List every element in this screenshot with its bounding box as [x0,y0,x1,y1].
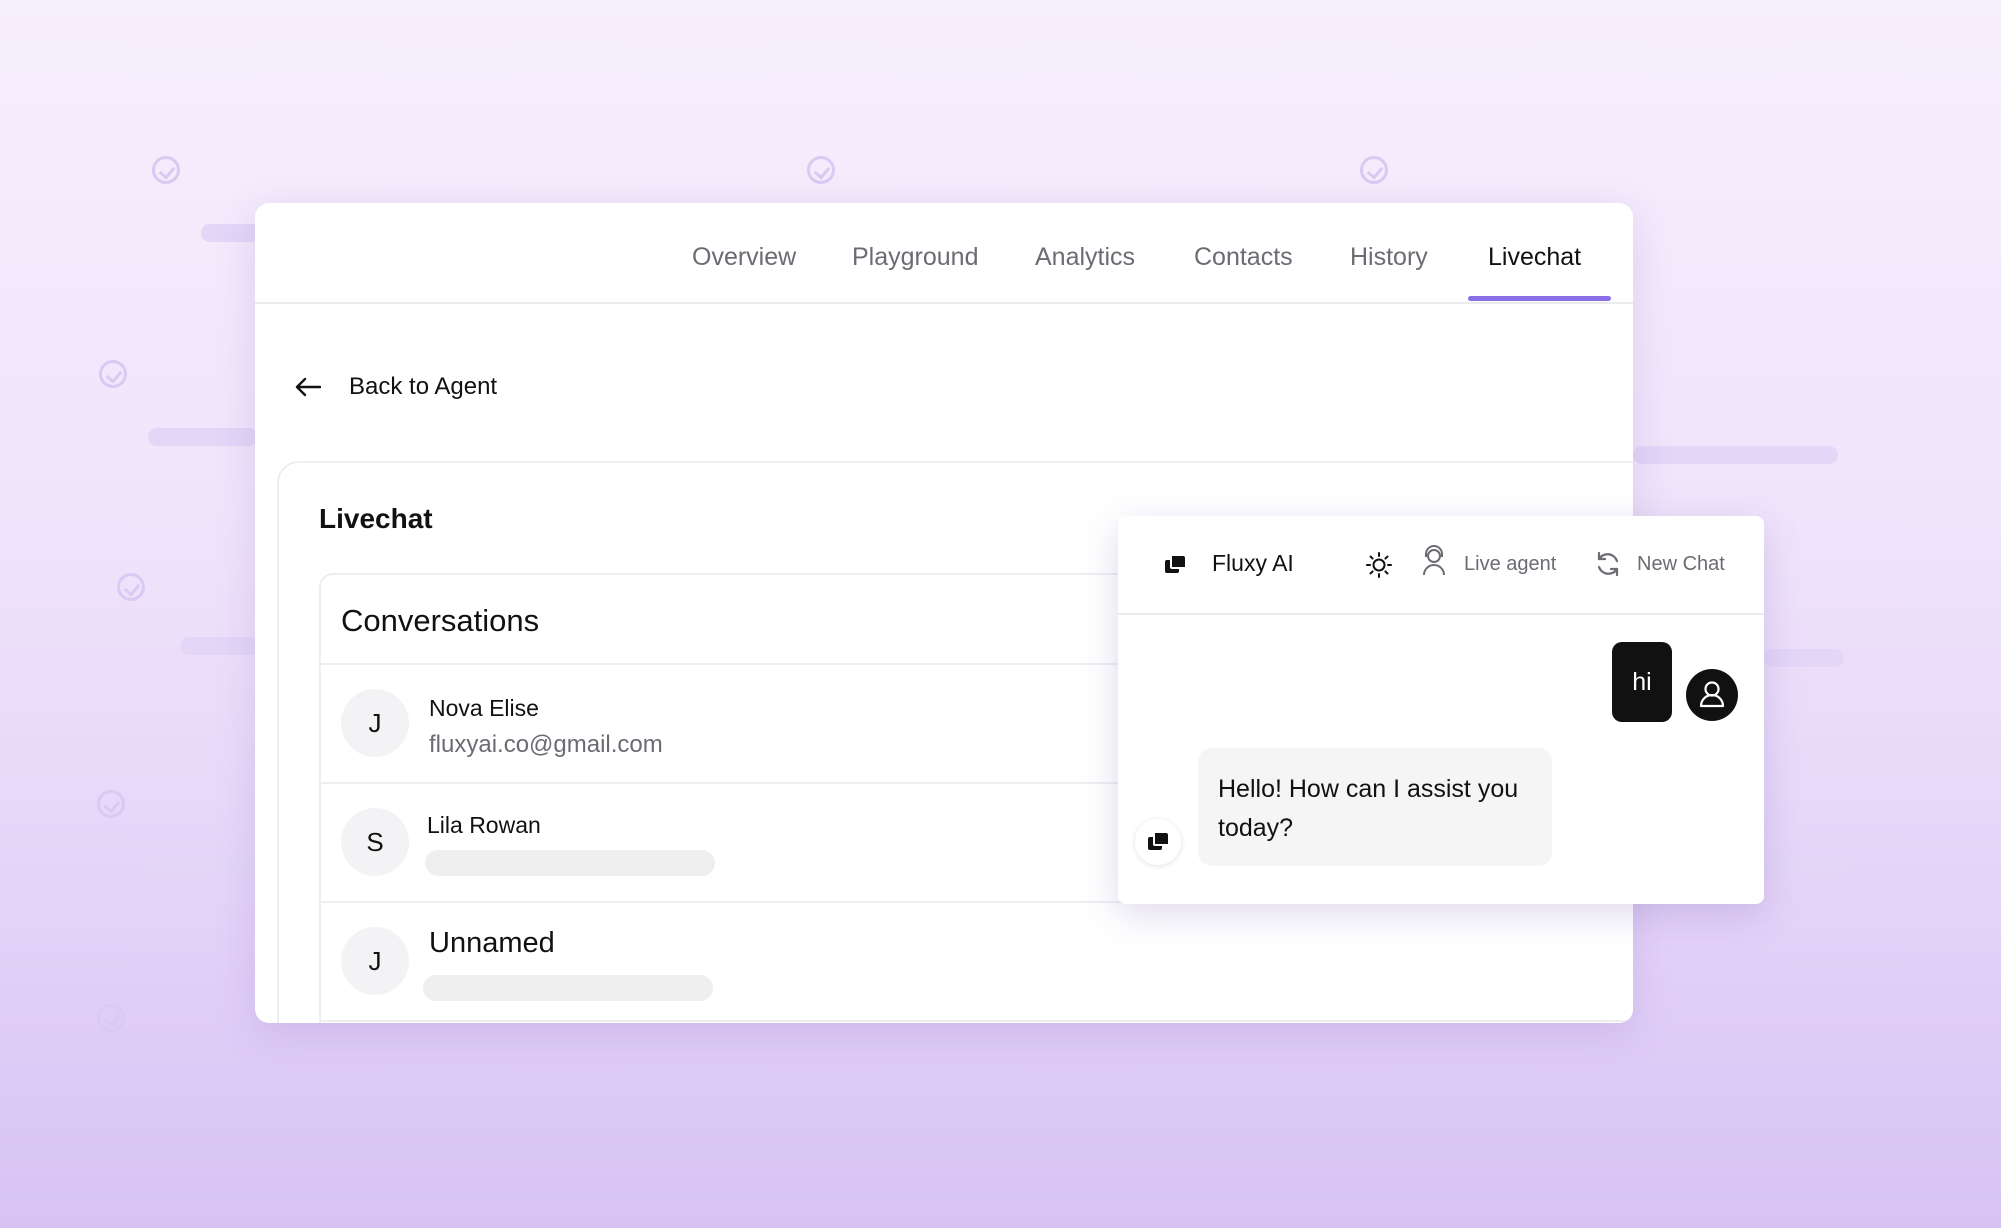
avatar: J [341,689,409,757]
background-check-icon [152,156,180,184]
background-check-icon [97,790,125,818]
tab-contacts[interactable]: Contacts [1194,243,1293,272]
tab-livechat[interactable]: Livechat [1488,243,1581,272]
loading-placeholder [425,850,715,876]
refresh-icon[interactable] [1594,550,1622,578]
background-bar [1633,446,1838,464]
top-navigation: Overview Playground Analytics Contacts H… [255,203,1633,304]
live-agent-button[interactable]: Live agent [1464,553,1556,576]
conversations-title: Conversations [341,603,540,638]
back-to-agent-link[interactable]: Back to Agent [295,373,497,401]
avatar: J [341,927,409,995]
user-avatar-icon [1686,669,1738,721]
bot-avatar [1135,819,1181,865]
conversation-name: Unnamed [429,927,555,959]
background-bar [148,428,258,446]
chat-title: Fluxy AI [1212,550,1294,576]
background-bar [1764,649,1844,667]
sun-icon[interactable] [1365,551,1393,579]
background-check-icon [97,1004,125,1032]
background-bar [1764,857,1846,875]
background-check-icon [99,360,127,388]
livechat-title: Livechat [319,503,433,534]
tab-playground[interactable]: Playground [852,243,978,272]
tab-history[interactable]: History [1350,243,1428,272]
tab-analytics[interactable]: Analytics [1035,243,1135,272]
background-bar [180,637,258,655]
fluxy-logo-icon [1165,556,1185,574]
background-bar [145,857,258,875]
background-check-icon [807,156,835,184]
back-to-agent-label: Back to Agent [349,373,498,400]
headset-agent-icon[interactable] [1421,545,1447,577]
new-chat-button[interactable]: New Chat [1637,553,1725,576]
fluxy-logo-icon [1148,833,1168,851]
conversation-name: Nova Elise [429,695,539,721]
conversation-row[interactable]: J Unnamed [321,903,1633,1022]
tab-overview[interactable]: Overview [692,243,796,272]
background-check-icon [1360,156,1388,184]
conversation-email: fluxyai.co@gmail.com [429,731,663,758]
chat-widget: Fluxy AI Live agent New Chat hi Hello! H… [1118,516,1764,904]
chat-header: Fluxy AI Live agent New Chat [1118,516,1764,615]
active-tab-indicator [1468,296,1611,301]
avatar: S [341,808,409,876]
user-message: hi [1612,642,1672,722]
bot-message: Hello! How can I assist you today? [1198,748,1552,866]
arrow-left-icon [295,377,321,397]
conversation-name: Lila Rowan [427,812,541,838]
background-bar [201,224,261,242]
background-check-icon [117,573,145,601]
loading-placeholder [423,975,713,1001]
